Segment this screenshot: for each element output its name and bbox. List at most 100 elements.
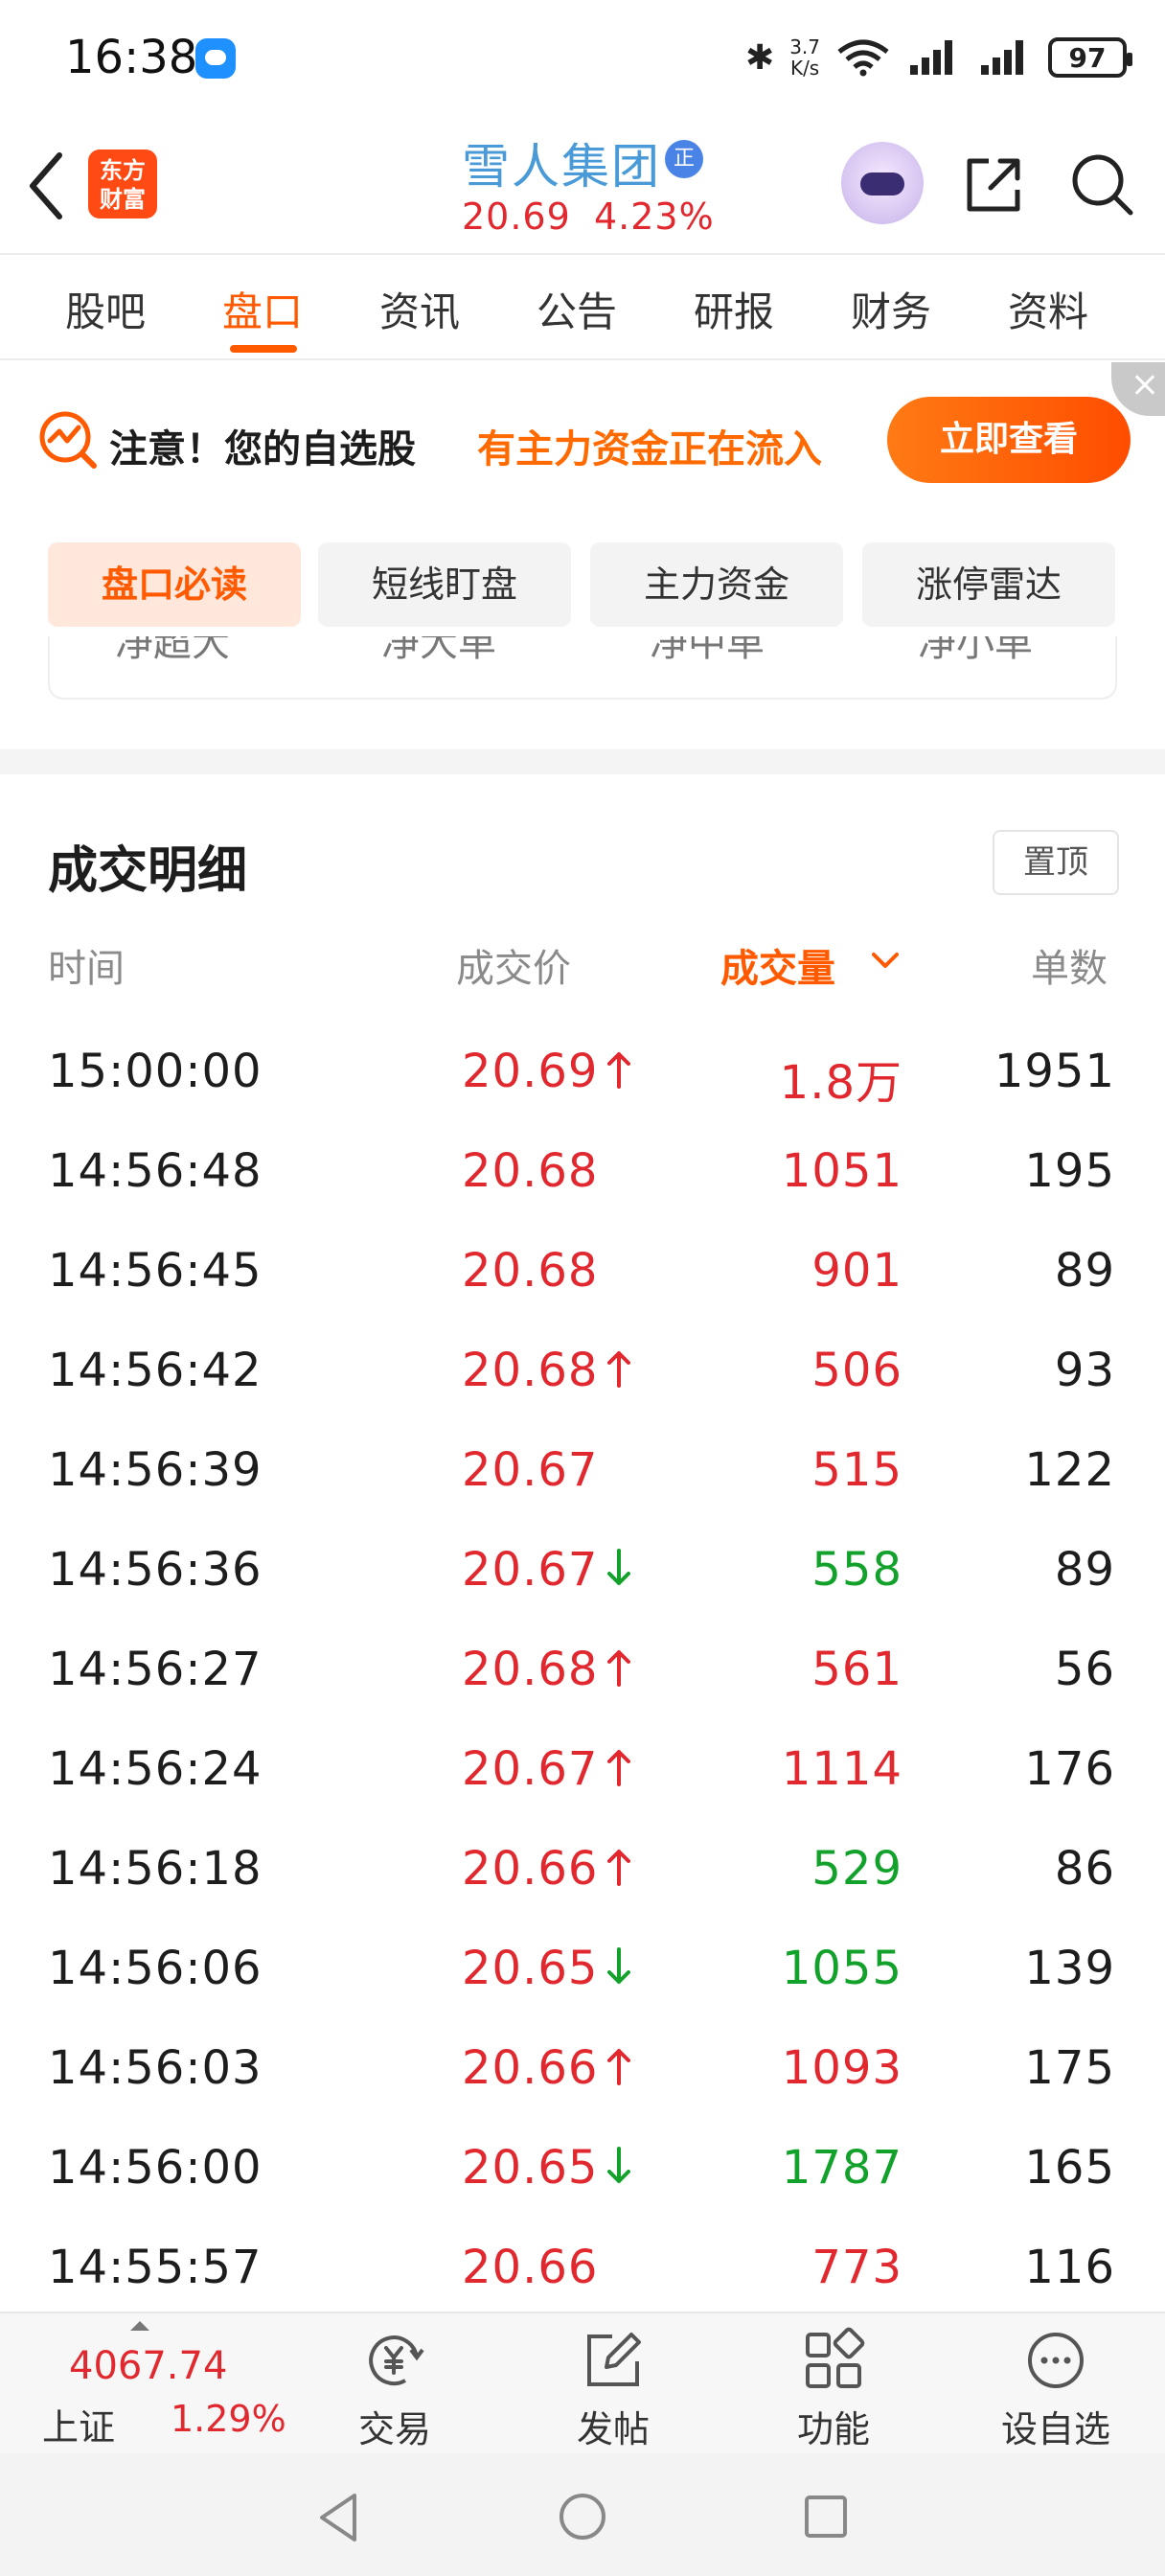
trade-count: 175 bbox=[1024, 2041, 1115, 2095]
col-header-count: 单数 bbox=[1031, 947, 1108, 991]
system-back-icon[interactable] bbox=[316, 2492, 362, 2543]
pill-main-funds[interactable]: 主力资金 bbox=[590, 542, 843, 627]
trade-row: 14:56:48 20.68 1051 195 bbox=[0, 1131, 1165, 1230]
trade-time: 14:56:48 bbox=[48, 1144, 263, 1198]
chevron-down-icon[interactable] bbox=[868, 943, 902, 978]
close-icon[interactable] bbox=[1111, 362, 1165, 416]
index-value[interactable]: 4067.74 bbox=[69, 2344, 227, 2388]
grid-apps-icon bbox=[806, 2327, 865, 2388]
signal-icon-2 bbox=[981, 40, 1023, 75]
tab-research[interactable]: 研报 bbox=[694, 280, 774, 338]
trade-volume: 515 bbox=[811, 1443, 902, 1497]
trade-row: 14:56:39 20.67 515 122 bbox=[0, 1430, 1165, 1530]
tab-profile[interactable]: 资料 bbox=[1008, 280, 1088, 338]
trade-count: 195 bbox=[1024, 1144, 1115, 1198]
trade-row: 15:00:00 20.69 1.8万 1951 bbox=[0, 1031, 1165, 1131]
back-button[interactable] bbox=[23, 148, 71, 224]
tab-pankou[interactable]: 盘口 bbox=[222, 280, 303, 338]
arrow-up-icon bbox=[607, 1052, 630, 1089]
trade-row: 14:56:18 20.66 529 86 bbox=[0, 1828, 1165, 1928]
pill-limit-up-radar[interactable]: 涨停雷达 bbox=[862, 542, 1115, 627]
system-home-icon[interactable] bbox=[558, 2492, 607, 2542]
more-dots-icon bbox=[1028, 2333, 1084, 2388]
nav-trade-label: 交易 bbox=[357, 2408, 431, 2450]
nav-functions[interactable]: 功能 bbox=[757, 2327, 910, 2451]
stock-price: 20.69 bbox=[462, 196, 571, 238]
col-header-volume[interactable]: 成交量 bbox=[720, 937, 835, 993]
trade-price: 20.66 bbox=[462, 2241, 599, 2294]
trade-yuan-icon bbox=[369, 2335, 424, 2386]
pankou-subtabs: 盘口必读 短线盯盘 主力资金 涨停雷达 bbox=[0, 542, 1165, 629]
trade-price: 20.65 bbox=[462, 2141, 599, 2195]
battery-indicator: 97 bbox=[1048, 37, 1132, 78]
section-divider bbox=[0, 749, 1165, 774]
trade-price: 20.67 bbox=[462, 1742, 599, 1796]
col-header-price: 成交价 bbox=[456, 947, 571, 991]
trade-count: 89 bbox=[1054, 1543, 1115, 1597]
nav-add-watchlist-label: 设自选 bbox=[1000, 2408, 1110, 2450]
nav-trade[interactable]: 交易 bbox=[318, 2327, 471, 2451]
pin-top-button[interactable]: 置顶 bbox=[993, 830, 1119, 895]
system-recents-icon[interactable] bbox=[803, 2494, 849, 2540]
trade-count: 116 bbox=[1024, 2241, 1115, 2294]
peek-label: 净小单 bbox=[918, 636, 1033, 665]
alert-trend-icon bbox=[39, 411, 97, 469]
trade-count: 176 bbox=[1024, 1742, 1115, 1796]
view-now-button[interactable]: 立即查看 bbox=[887, 397, 1131, 483]
trade-price: 20.68 bbox=[462, 1643, 599, 1696]
trade-price: 20.66 bbox=[462, 1842, 599, 1896]
stock-name[interactable]: 雪人集团 bbox=[462, 128, 661, 197]
wifi-icon bbox=[837, 39, 889, 77]
stock-change-pct: 4.23% bbox=[594, 196, 715, 238]
trade-volume: 773 bbox=[811, 2241, 902, 2294]
index-change-pct: 1.29% bbox=[171, 2398, 286, 2440]
nav-post[interactable]: 发帖 bbox=[537, 2327, 690, 2451]
tab-guba[interactable]: 股吧 bbox=[65, 280, 146, 338]
index-expand-icon[interactable] bbox=[130, 2321, 149, 2331]
detail-tabs: 股吧 盘口 资讯 公告 研报 财务 资料 bbox=[0, 255, 1165, 360]
trade-count: 165 bbox=[1024, 2141, 1115, 2195]
trade-volume: 1787 bbox=[781, 2141, 902, 2195]
peek-label: 净超大 bbox=[115, 636, 230, 665]
share-icon[interactable] bbox=[962, 153, 1025, 217]
trade-count: 122 bbox=[1024, 1443, 1115, 1497]
ai-assistant-icon[interactable] bbox=[841, 142, 924, 224]
net-speed: 3.7 K/s bbox=[789, 36, 820, 79]
trade-volume: 901 bbox=[811, 1244, 902, 1298]
section-title: 成交明细 bbox=[48, 842, 248, 900]
status-icons: ✱ 3.7 K/s 97 bbox=[745, 29, 1132, 86]
message-notification-icon bbox=[195, 38, 236, 79]
banner-notice: 注意！您的自选股 bbox=[109, 427, 416, 472]
trade-price: 20.65 bbox=[462, 1942, 599, 1995]
arrow-up-icon bbox=[607, 1750, 630, 1786]
trade-time: 14:56:42 bbox=[48, 1344, 263, 1397]
trade-time: 14:56:18 bbox=[48, 1842, 263, 1896]
bluetooth-icon: ✱ bbox=[745, 37, 775, 78]
trade-row: 14:56:03 20.66 1093 175 bbox=[0, 2028, 1165, 2128]
search-icon[interactable] bbox=[1069, 151, 1136, 218]
tab-news[interactable]: 资讯 bbox=[379, 280, 460, 338]
arrow-down-icon bbox=[607, 1549, 630, 1585]
trade-time: 14:56:27 bbox=[48, 1643, 263, 1696]
nav-add-watchlist[interactable]: 设自选 bbox=[979, 2327, 1132, 2451]
system-navigation bbox=[0, 2453, 1165, 2576]
stock-tag-badge: 正 bbox=[665, 140, 703, 178]
arrow-up-icon bbox=[607, 1650, 630, 1687]
app-logo: 东方 财富 bbox=[88, 150, 157, 218]
fund-flow-banner: 注意！您的自选股 有主力资金正在流入 立即查看 bbox=[0, 362, 1165, 506]
tab-finance[interactable]: 财务 bbox=[851, 280, 931, 338]
trade-volume: 561 bbox=[811, 1643, 902, 1696]
trade-row: 14:56:00 20.65 1787 165 bbox=[0, 2128, 1165, 2227]
compose-icon bbox=[587, 2333, 641, 2386]
peek-label: 净大单 bbox=[381, 636, 496, 665]
trade-time: 14:55:57 bbox=[48, 2241, 263, 2294]
trade-volume: 1.8万 bbox=[779, 1056, 902, 1110]
logo-line-2: 财富 bbox=[100, 186, 146, 213]
trade-volume: 1051 bbox=[781, 1144, 902, 1198]
trade-volume: 529 bbox=[811, 1842, 902, 1896]
pill-short-term[interactable]: 短线盯盘 bbox=[318, 542, 571, 627]
tab-announcements[interactable]: 公告 bbox=[537, 280, 617, 338]
status-bar: 16:38 ✱ 3.7 K/s 97 bbox=[0, 0, 1165, 115]
pill-must-read[interactable]: 盘口必读 bbox=[48, 542, 301, 627]
trade-time: 15:00:00 bbox=[48, 1045, 263, 1098]
